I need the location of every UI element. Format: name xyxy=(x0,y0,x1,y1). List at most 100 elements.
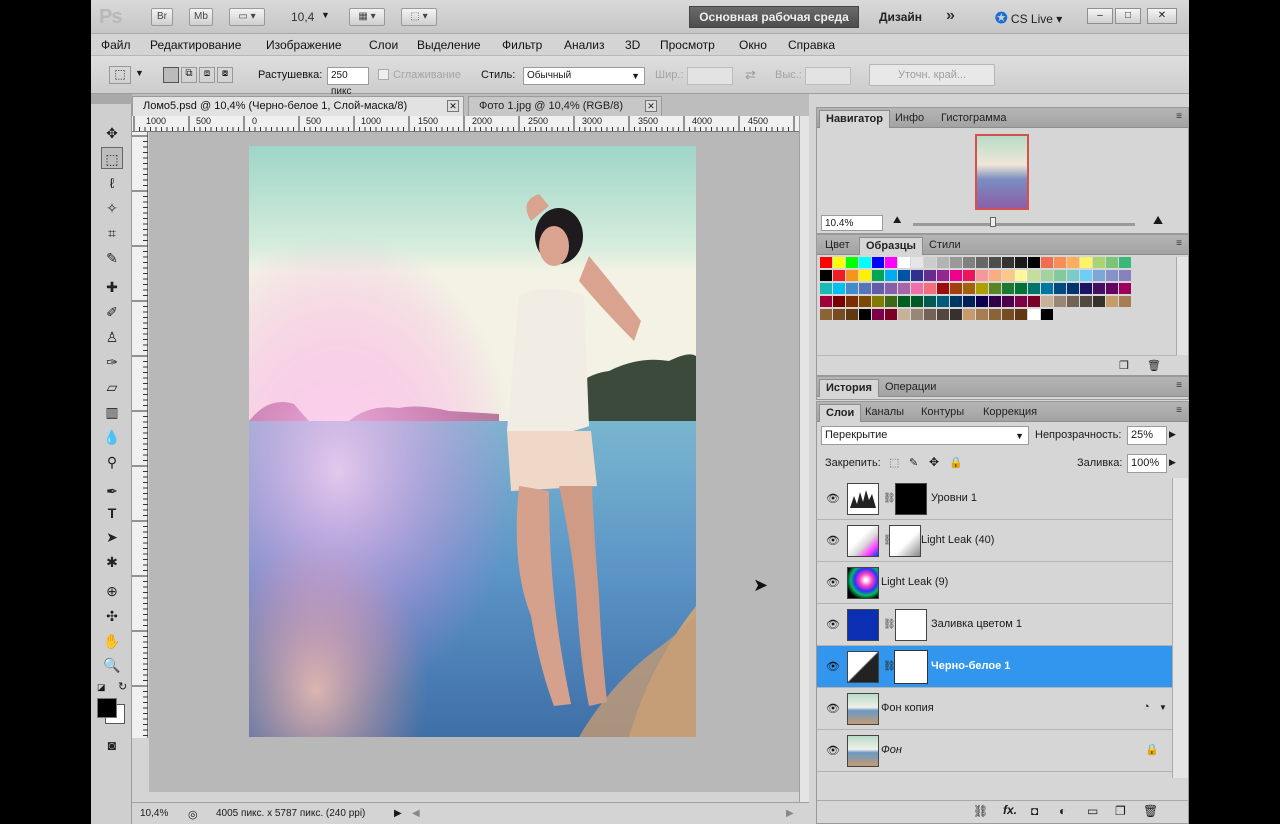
layer-row[interactable]: 👁 ⛓ Уровни 1 xyxy=(817,478,1173,520)
color-swatch[interactable] xyxy=(1080,296,1092,307)
color-swatch[interactable] xyxy=(1080,283,1092,294)
layer-row[interactable]: 👁 Light Leak (9) xyxy=(817,562,1173,604)
eraser-tool-icon[interactable]: ▱ xyxy=(101,376,123,398)
crop-tool-icon[interactable]: ⌗ xyxy=(101,222,123,244)
tools-panel-header[interactable] xyxy=(91,94,132,104)
color-swatch[interactable] xyxy=(1041,283,1053,294)
document-image[interactable] xyxy=(249,146,696,737)
scroll-right-icon[interactable]: ▶ xyxy=(786,808,794,819)
layer-mask-thumbnail[interactable] xyxy=(894,650,928,684)
link-layers-icon[interactable]: ⛓ xyxy=(973,804,988,818)
color-swatch[interactable] xyxy=(924,296,936,307)
color-swatch[interactable] xyxy=(820,283,832,294)
color-swatch[interactable] xyxy=(859,270,871,281)
color-swatch[interactable] xyxy=(924,270,936,281)
status-zoom[interactable]: 10,4% xyxy=(140,808,168,819)
color-swatch[interactable] xyxy=(976,270,988,281)
color-swatch[interactable] xyxy=(846,257,858,268)
color-swatch[interactable] xyxy=(963,257,975,268)
color-swatch[interactable] xyxy=(872,257,884,268)
menu-image[interactable]: Изображение xyxy=(266,38,342,52)
color-swatch[interactable] xyxy=(937,257,949,268)
type-tool-icon[interactable]: T xyxy=(101,502,123,524)
pen-tool-icon[interactable]: ✒ xyxy=(101,480,123,502)
color-swatch[interactable] xyxy=(885,309,897,320)
color-swatch[interactable] xyxy=(1093,270,1105,281)
color-swatch[interactable] xyxy=(911,283,923,294)
color-swatch[interactable] xyxy=(1054,270,1066,281)
color-swatch[interactable] xyxy=(833,283,845,294)
color-swatch[interactable] xyxy=(963,283,975,294)
path-select-tool-icon[interactable]: ➤ xyxy=(101,526,123,548)
tab-paths[interactable]: Контуры xyxy=(915,404,970,422)
eye-icon[interactable]: 👁 xyxy=(825,534,841,548)
status-info-icon[interactable]: ◎ xyxy=(188,808,198,821)
color-swatch[interactable] xyxy=(885,270,897,281)
color-swatch[interactable] xyxy=(1080,270,1092,281)
color-swatch[interactable] xyxy=(976,283,988,294)
lock-transparency-icon[interactable]: ⬚ xyxy=(889,456,899,469)
brush-tool-icon[interactable]: ✐ xyxy=(101,301,123,323)
color-swatch[interactable] xyxy=(1041,296,1053,307)
color-swatch[interactable] xyxy=(820,296,832,307)
close-icon[interactable]: ✕ xyxy=(447,100,459,112)
fx-icon[interactable]: fx. xyxy=(1003,803,1017,817)
color-swatch[interactable] xyxy=(898,257,910,268)
color-swatch[interactable] xyxy=(1080,257,1092,268)
menu-layers[interactable]: Слои xyxy=(369,38,398,52)
color-swatch[interactable] xyxy=(833,257,845,268)
color-swatch[interactable] xyxy=(859,283,871,294)
color-swatch[interactable] xyxy=(1119,283,1131,294)
color-swatch[interactable] xyxy=(1015,270,1027,281)
more-workspaces-button[interactable]: » xyxy=(946,7,955,25)
history-brush-tool-icon[interactable]: ✑ xyxy=(101,351,123,373)
eye-icon[interactable]: 👁 xyxy=(825,702,841,716)
menu-file[interactable]: Файл xyxy=(101,38,131,52)
layer-row[interactable]: 👁 Фон копия ◔ ▼ xyxy=(817,688,1173,730)
layer-effects-icon[interactable]: ◔ xyxy=(1143,701,1150,713)
healing-brush-tool-icon[interactable]: ✚ xyxy=(101,276,123,298)
color-swatch[interactable] xyxy=(859,309,871,320)
color-swatch[interactable] xyxy=(1028,257,1040,268)
eye-icon[interactable]: 👁 xyxy=(825,492,841,506)
fill-arrow-icon[interactable]: ▶ xyxy=(1169,457,1176,468)
color-swatch[interactable] xyxy=(1028,296,1040,307)
panel-menu-icon[interactable]: ≡ xyxy=(1176,405,1182,416)
color-swatch[interactable] xyxy=(833,270,845,281)
eye-icon[interactable]: 👁 xyxy=(825,576,841,590)
color-swatch[interactable] xyxy=(898,283,910,294)
link-icon[interactable]: ⛓ xyxy=(883,493,896,504)
color-swatch[interactable] xyxy=(911,257,923,268)
color-swatch[interactable] xyxy=(1002,296,1014,307)
color-swatch[interactable] xyxy=(1002,270,1014,281)
color-swatch[interactable] xyxy=(989,296,1001,307)
lasso-tool-icon[interactable]: ℓ xyxy=(101,172,123,194)
menu-3d[interactable]: 3D xyxy=(625,38,640,52)
cs-live-button[interactable]: ✪ CS Live ▾ xyxy=(995,9,1062,27)
new-swatch-icon[interactable]: ❐ xyxy=(1119,359,1129,372)
color-swatch[interactable] xyxy=(1028,283,1040,294)
quick-select-tool-icon[interactable]: ✧ xyxy=(101,197,123,219)
panel-menu-icon[interactable]: ≡ xyxy=(1176,238,1182,249)
status-menu-arrow-icon[interactable]: ▶ xyxy=(394,808,402,819)
tab-navigator[interactable]: Навигатор xyxy=(819,110,890,128)
arrange-documents-button[interactable]: ▦ ▾ xyxy=(349,8,385,26)
menu-select[interactable]: Выделение xyxy=(417,38,481,52)
layers-scrollbar[interactable] xyxy=(1172,478,1188,778)
tab-swatches[interactable]: Образцы xyxy=(859,237,923,255)
layer-mask-thumbnail[interactable] xyxy=(895,609,927,641)
color-swatch[interactable] xyxy=(872,309,884,320)
color-swatch[interactable] xyxy=(859,257,871,268)
color-swatch[interactable] xyxy=(1002,257,1014,268)
color-swatch[interactable] xyxy=(898,296,910,307)
refine-edge-button[interactable]: Уточн. край... xyxy=(869,64,995,86)
marquee-preset-icon[interactable]: ⬚ xyxy=(109,66,131,84)
link-icon[interactable]: ⛓ xyxy=(883,619,896,630)
bridge-button[interactable]: Br xyxy=(151,8,173,26)
3d-orbit-tool-icon[interactable]: ✣ xyxy=(101,605,123,627)
color-swatch[interactable] xyxy=(989,270,1001,281)
zoom-out-icon[interactable]: ⛰ xyxy=(893,215,901,226)
layer-mask-thumbnail[interactable] xyxy=(889,525,921,557)
color-swatch[interactable] xyxy=(1015,296,1027,307)
color-swatch[interactable] xyxy=(872,283,884,294)
